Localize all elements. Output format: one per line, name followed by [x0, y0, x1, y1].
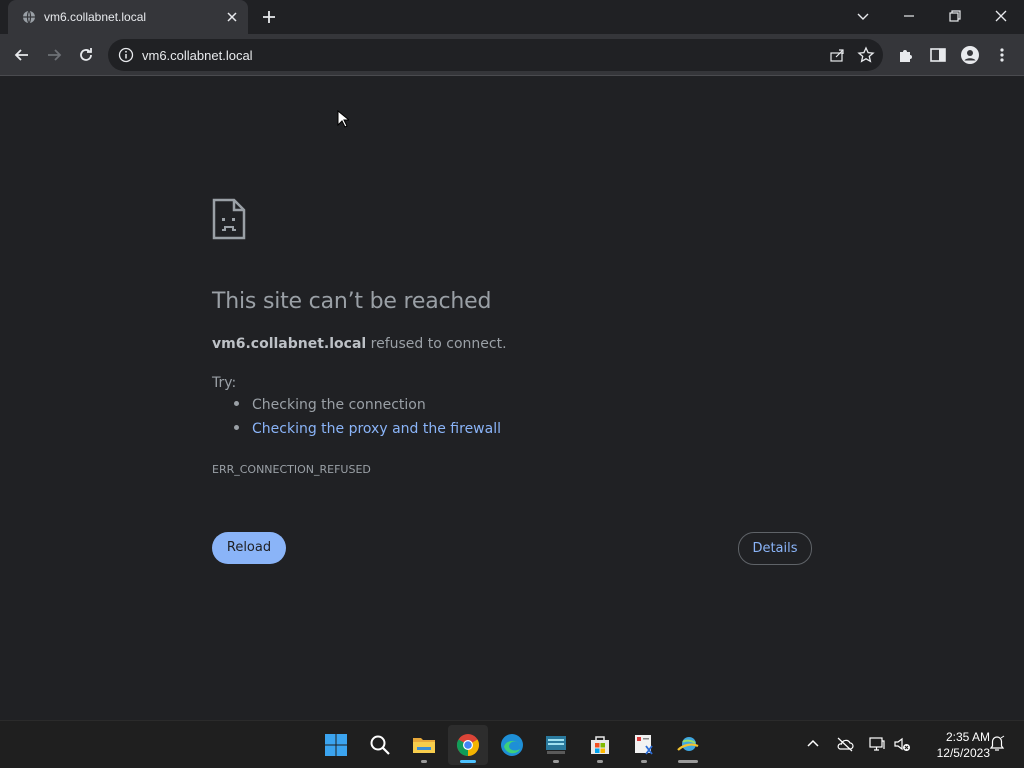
file-explorer-icon [413, 738, 435, 753]
running-indicator [421, 760, 427, 763]
volume-muted-icon[interactable] [893, 735, 911, 753]
error-page: This site can’t be reached vm6.collabnet… [0, 77, 1024, 720]
running-indicator [597, 760, 603, 763]
search-button[interactable] [360, 725, 400, 765]
reload-icon[interactable] [76, 45, 96, 65]
try-label: Try: [212, 375, 237, 391]
error-code: ERR_CONNECTION_REFUSED [212, 463, 371, 476]
globe-icon [23, 10, 35, 24]
restore-icon[interactable] [945, 6, 965, 26]
search-icon [370, 735, 390, 755]
suggestion-item: Checking the connection [234, 397, 426, 413]
chrome-icon [457, 734, 479, 756]
close-window-icon[interactable] [991, 6, 1011, 26]
screen: vm6.collabnet.local vm6.collabnet.local … [0, 0, 1024, 768]
close-tab-icon[interactable] [224, 9, 240, 25]
network-globe-icon [677, 737, 699, 751]
side-panel-icon[interactable] [928, 45, 948, 65]
profile-avatar-icon[interactable] [960, 45, 980, 65]
address-bar[interactable]: vm6.collabnet.local [108, 39, 883, 71]
clock-time: 2:35 AM [945, 730, 990, 744]
snipping-tool-button[interactable] [624, 725, 664, 765]
store-icon [591, 736, 609, 754]
snipping-tool-icon [635, 735, 653, 755]
error-title: This site can’t be reached [212, 289, 492, 314]
address-bar-url[interactable]: vm6.collabnet.local [142, 48, 253, 63]
tab-search-chevron-icon[interactable] [853, 6, 873, 26]
extensions-puzzle-icon[interactable] [896, 45, 916, 65]
new-tab-icon[interactable] [260, 8, 278, 26]
tab-title: vm6.collabnet.local [44, 10, 147, 24]
keyboard-app-button[interactable] [536, 725, 576, 765]
running-indicator [678, 760, 698, 763]
bullet [234, 400, 239, 406]
chrome-button[interactable] [448, 725, 488, 765]
forward-arrow-icon[interactable] [44, 45, 64, 65]
chevron-up-icon[interactable] [804, 735, 822, 753]
suggestion-proxy-firewall-link[interactable]: Checking the proxy and the firewall [252, 421, 501, 437]
clock-date: 12/5/2023 [936, 746, 990, 760]
site-info-icon[interactable] [118, 47, 134, 63]
suggestion-item: Checking the proxy and the firewall [234, 421, 501, 437]
notifications-bell-icon[interactable] [988, 735, 1006, 753]
reload-button[interactable]: Reload [212, 532, 286, 564]
file-explorer-button[interactable] [404, 725, 444, 765]
browser-tab[interactable]: vm6.collabnet.local [8, 0, 248, 34]
error-host: vm6.collabnet.local [212, 336, 367, 352]
running-indicator [553, 760, 559, 763]
mouse-cursor-icon [337, 110, 349, 128]
active-indicator [460, 760, 476, 763]
start-icon [325, 734, 347, 756]
store-button[interactable] [580, 725, 620, 765]
bullet [234, 424, 239, 430]
cloud-offline-icon[interactable] [836, 735, 854, 753]
network-app-button[interactable] [668, 725, 708, 765]
keyboard-app-icon [546, 736, 566, 754]
error-message: vm6.collabnet.local refused to connect. [212, 336, 507, 352]
start-button[interactable] [316, 725, 356, 765]
menu-kebab-icon[interactable] [992, 45, 1012, 65]
suggestion-check-connection: Checking the connection [252, 397, 426, 413]
edge-button[interactable] [492, 725, 532, 765]
minimize-icon[interactable] [899, 6, 919, 26]
system-clock[interactable]: 2:35 AM 12/5/2023 [918, 729, 990, 761]
taskbar: 2:35 AM 12/5/2023 [0, 720, 1024, 768]
running-indicator [641, 760, 647, 763]
details-button[interactable]: Details [738, 532, 812, 565]
back-arrow-icon[interactable] [12, 45, 32, 65]
bookmark-star-icon[interactable] [857, 46, 875, 64]
sad-document-icon [212, 198, 246, 240]
error-message-text: refused to connect. [366, 336, 507, 352]
share-icon[interactable] [829, 47, 845, 63]
network-monitor-icon[interactable] [868, 735, 886, 753]
browser-toolbar: vm6.collabnet.local [0, 34, 1024, 76]
edge-icon [501, 734, 523, 756]
browser-titlebar: vm6.collabnet.local [0, 0, 1024, 34]
